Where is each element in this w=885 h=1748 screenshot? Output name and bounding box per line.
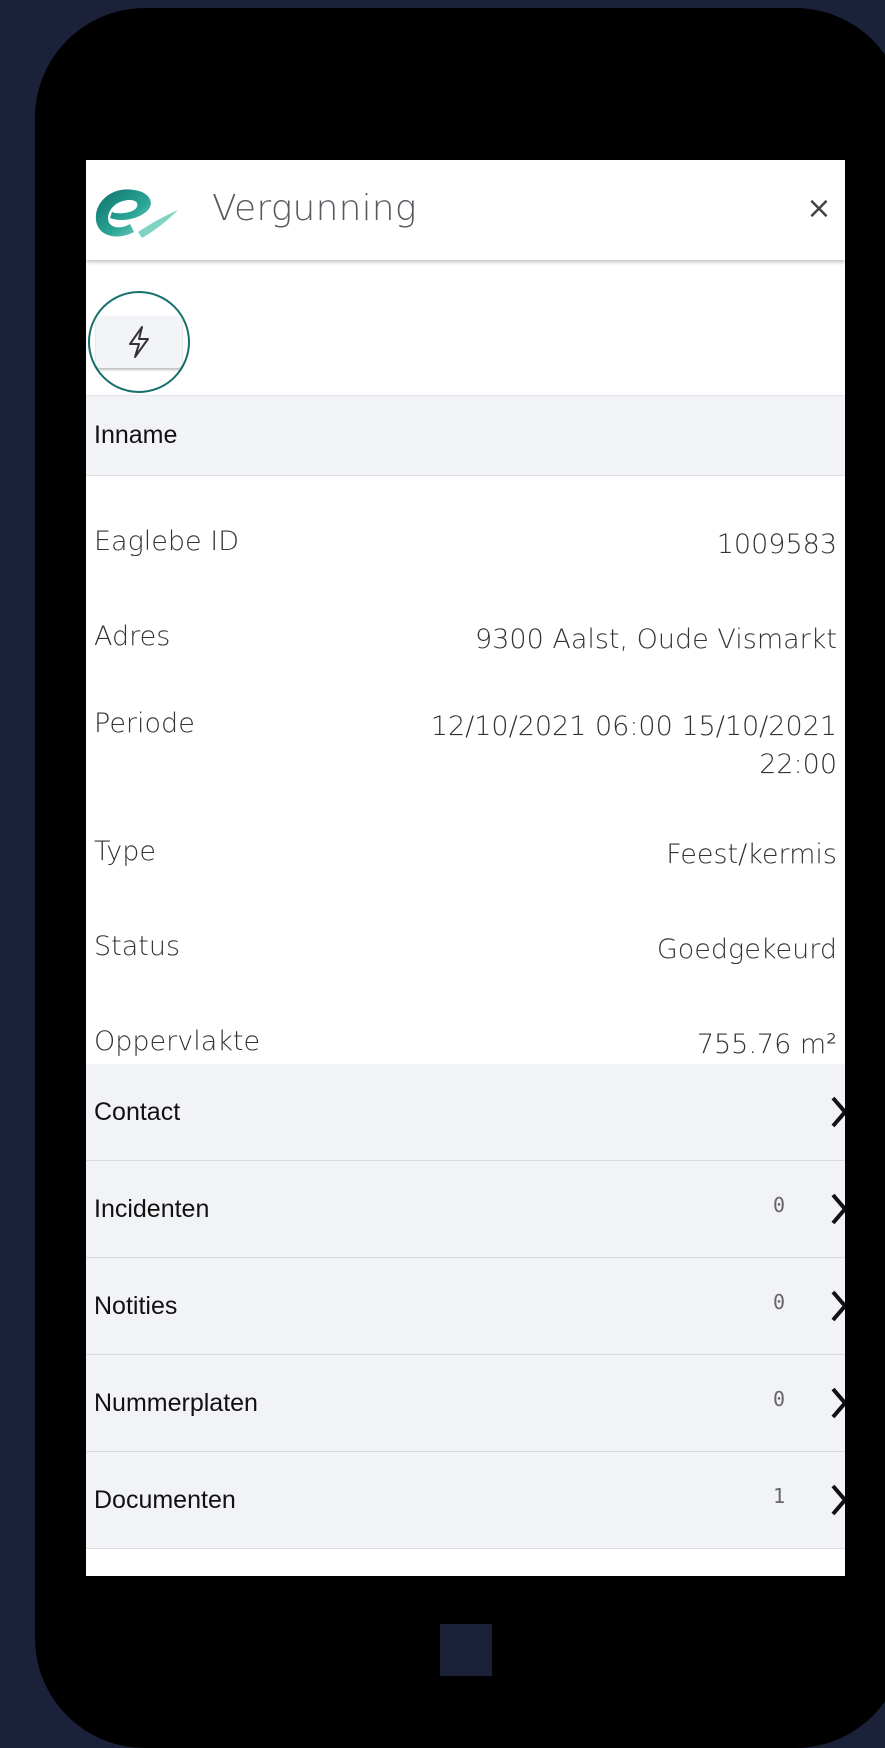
app-header: Vergunning × — [86, 160, 845, 260]
detail-label: Status — [94, 931, 181, 962]
nav-item-label: Incidenten — [94, 1195, 210, 1223]
nav-item-label: Contact — [94, 1098, 181, 1126]
detail-label: Periode — [94, 708, 195, 739]
section-header-inname: Inname — [86, 396, 845, 476]
nav-item-count: 1 — [772, 1484, 785, 1508]
home-button[interactable] — [440, 1624, 492, 1676]
period-line-1: 12/10/2021 06:00 15/10/2021 — [430, 711, 837, 742]
period-line-2: 22:00 — [759, 749, 837, 780]
close-button[interactable]: × — [801, 188, 837, 228]
chevron-right-icon — [831, 1193, 845, 1225]
nav-item-label: Notities — [94, 1292, 178, 1320]
detail-label: Oppervlakte — [94, 1026, 261, 1057]
detail-label: Eaglebe ID — [94, 526, 240, 557]
nav-item-notities[interactable]: Notities 0 — [86, 1258, 845, 1355]
nav-item-count: 0 — [772, 1290, 785, 1314]
close-icon: × — [806, 190, 832, 226]
detail-value: 755.76 m² — [696, 1029, 837, 1060]
nav-item-incidenten[interactable]: Incidenten 0 — [86, 1161, 845, 1258]
app-screen: Vergunning × Inname Eaglebe ID 1009583 A… — [86, 160, 845, 1576]
nav-item-label: Documenten — [94, 1486, 236, 1514]
quick-action-button[interactable] — [96, 316, 182, 368]
nav-item-count: 0 — [772, 1387, 785, 1411]
chevron-right-icon — [831, 1096, 845, 1128]
detail-label: Adres — [94, 621, 171, 652]
chevron-right-icon — [831, 1484, 845, 1516]
page-title: Vergunning — [212, 188, 417, 229]
nav-item-contact[interactable]: Contact — [86, 1064, 845, 1161]
nav-item-documenten[interactable]: Documenten 1 — [86, 1452, 845, 1549]
navigation-list: Contact Incidenten 0 Notities 0 Nummerpl… — [86, 1064, 845, 1549]
detail-value: 9300 Aalst, Oude Vismarkt — [475, 624, 837, 655]
detail-label: Type — [94, 836, 157, 867]
chevron-right-icon — [831, 1290, 845, 1322]
detail-value: 1009583 — [716, 529, 837, 560]
eaglebe-logo-icon — [95, 189, 178, 238]
chevron-right-icon — [831, 1387, 845, 1419]
action-bar — [86, 260, 845, 396]
detail-value: Goedgekeurd — [656, 934, 837, 965]
lightning-icon — [129, 326, 149, 358]
detail-value: Feest/kermis — [666, 839, 837, 870]
detail-value: 12/10/2021 06:00 15/10/2021 22:00 — [431, 708, 837, 784]
nav-item-label: Nummerplaten — [94, 1389, 258, 1417]
nav-item-count: 0 — [772, 1193, 785, 1217]
nav-item-nummerplaten[interactable]: Nummerplaten 0 — [86, 1355, 845, 1452]
